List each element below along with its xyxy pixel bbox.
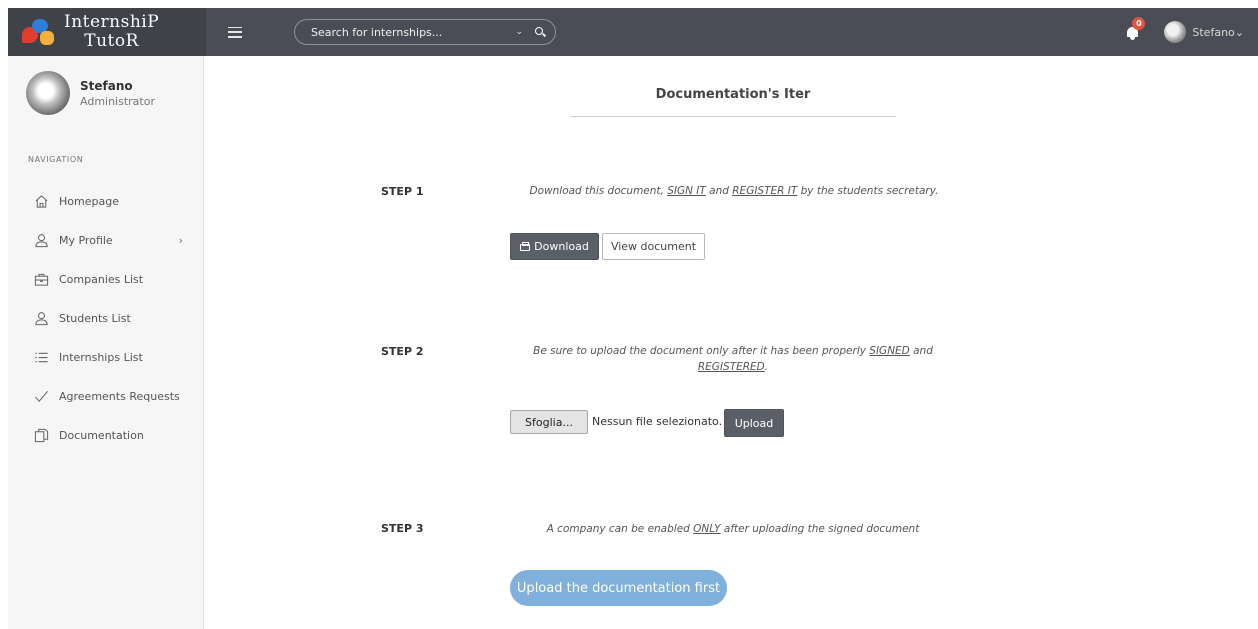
desc-emphasis: ONLY <box>693 523 721 535</box>
search-input[interactable] <box>311 25 516 39</box>
desc-text: by the students secretary. <box>797 185 939 197</box>
step-3-label: STEP 3 <box>381 522 424 535</box>
page-title: Documentation's Iter <box>655 87 811 102</box>
step-1-label: STEP 1 <box>381 185 424 198</box>
desc-emphasis: REGISTER IT <box>732 185 798 197</box>
check-icon <box>33 389 49 405</box>
profile-name: Stefano <box>80 78 133 93</box>
browse-file-button[interactable]: Sfoglia... <box>510 410 588 434</box>
desc-text: Be sure to upload the document only afte… <box>533 345 870 357</box>
sidebar-item-label: Internships List <box>59 351 143 364</box>
sidebar-item-label: Companies List <box>59 273 144 286</box>
documents-icon <box>33 428 49 444</box>
sidebar-item-label: Agreements Requests <box>59 390 180 403</box>
sidebar-item-internships-list[interactable]: Internships List <box>8 338 203 377</box>
user-icon <box>33 311 49 327</box>
brand-line-2: TutoR <box>84 31 139 51</box>
brand-logo[interactable]: InternshiP TutoR <box>8 8 206 56</box>
brand-line-1: InternshiP <box>64 12 160 32</box>
sidebar-item-students-list[interactable]: Students List <box>8 299 203 338</box>
desc-emphasis: SIGN IT <box>667 185 706 197</box>
main-content: Documentation's Iter STEP 1 Download thi… <box>204 56 1258 629</box>
list-icon <box>33 350 49 366</box>
sidebar-item-label: Homepage <box>59 195 119 208</box>
file-status: Nessun file selezionato. <box>592 415 723 428</box>
profile-role: Administrator <box>80 94 155 108</box>
sidebar-item-homepage[interactable]: Homepage <box>8 182 203 221</box>
search-bar: ⌄ <box>294 19 556 45</box>
menu-toggle-icon[interactable] <box>228 26 242 38</box>
desc-text: and <box>909 345 933 357</box>
step-2-label: STEP 2 <box>381 345 424 358</box>
step-2-description: Be sure to upload the document only afte… <box>524 343 942 375</box>
upload-documentation-first-button[interactable]: Upload the documentation first <box>510 570 727 606</box>
chevron-down-icon[interactable]: ⌄ <box>515 27 523 37</box>
sidebar-item-companies-list[interactable]: Companies List <box>8 260 203 299</box>
sidebar-item-label: Documentation <box>59 429 144 442</box>
desc-text: after uploading the signed document <box>720 523 920 535</box>
title-divider <box>570 116 896 117</box>
nav-menu: Homepage My Profile › Companies List Stu… <box>8 182 203 455</box>
desc-emphasis: SIGNED <box>869 345 910 357</box>
top-navbar: InternshiP TutoR ⌄ 0 Stefano⌄ <box>8 8 1258 56</box>
sidebar-item-documentation[interactable]: Documentation <box>8 416 203 455</box>
chevron-down-icon: ⌄ <box>1234 25 1244 39</box>
sidebar-item-label: Students List <box>59 312 131 325</box>
desc-text: and <box>705 185 733 197</box>
sidebar-item-agreements-requests[interactable]: Agreements Requests <box>8 377 203 416</box>
download-label: Download <box>534 240 589 253</box>
download-button[interactable]: Download <box>510 233 599 260</box>
user-tools: 0 Stefano⌄ <box>1126 17 1258 43</box>
sidebar: Stefano Administrator NAVIGATION Homepag… <box>8 56 204 629</box>
desc-text: A company can be enabled <box>546 523 694 535</box>
sidebar-item-label: My Profile <box>59 234 113 247</box>
avatar <box>26 71 70 115</box>
search-icon[interactable] <box>535 27 545 37</box>
user-name: Stefano <box>1192 25 1235 39</box>
desc-text: Download this document, <box>529 185 668 197</box>
sidebar-profile: Stefano Administrator <box>8 56 203 115</box>
upload-button[interactable]: Upload <box>724 409 784 437</box>
notification-badge: 0 <box>1132 17 1146 30</box>
nav-heading: NAVIGATION <box>28 155 84 164</box>
logo-icon <box>22 17 56 47</box>
chevron-right-icon: › <box>178 234 183 247</box>
user-icon <box>33 233 49 249</box>
step-1-description: Download this document, SIGN IT and REGI… <box>524 183 944 199</box>
printer-icon <box>520 242 531 251</box>
desc-emphasis: REGISTERED <box>697 361 765 373</box>
user-menu[interactable]: Stefano⌄ <box>1192 26 1244 39</box>
bell-icon[interactable]: 0 <box>1126 17 1146 40</box>
view-document-button[interactable]: View document <box>602 233 705 260</box>
avatar[interactable] <box>1164 21 1187 43</box>
desc-text: . <box>764 361 769 373</box>
step-3-description: A company can be enabled ONLY after uplo… <box>524 521 942 537</box>
home-icon <box>33 194 49 210</box>
briefcase-icon <box>33 272 49 288</box>
sidebar-item-my-profile[interactable]: My Profile › <box>8 221 203 260</box>
brand-name: InternshiP TutoR <box>64 13 159 51</box>
